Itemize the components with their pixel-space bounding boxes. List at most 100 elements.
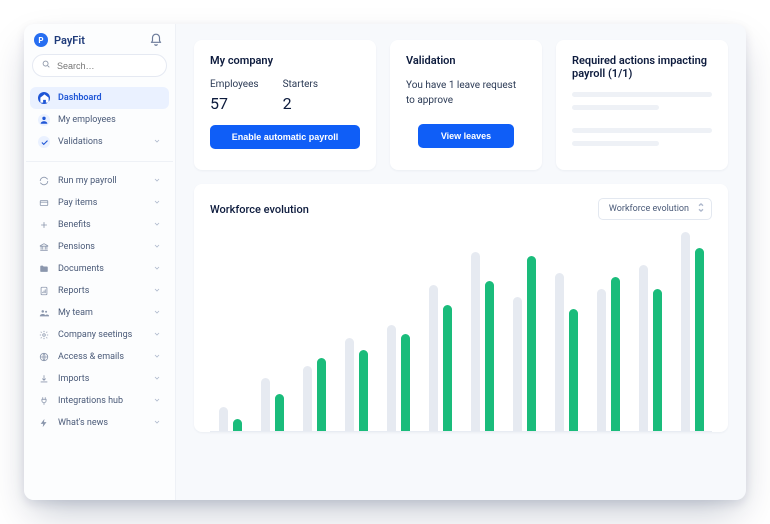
sidebar-item-benefits[interactable]: Benefits <box>30 214 169 236</box>
card-title: My company <box>210 54 360 67</box>
brand-row: P PayFit <box>24 24 175 54</box>
chevron-down-icon <box>153 396 161 407</box>
brand-name: PayFit <box>54 34 85 47</box>
chart-selector-label: Workforce evolution <box>609 204 689 214</box>
bar-group <box>590 228 626 431</box>
sidebar-item-integrations-hub[interactable]: Integrations hub <box>30 390 169 412</box>
bar-group <box>464 228 500 431</box>
validation-desc: You have 1 leave request to approve <box>406 79 526 108</box>
sidebar-item-pensions[interactable]: Pensions <box>30 236 169 258</box>
report-icon <box>38 285 50 297</box>
chart-selector[interactable]: Workforce evolution <box>598 198 712 220</box>
sidebar-item-company-seetings[interactable]: Company seetings <box>30 324 169 346</box>
card-workforce-evolution: Workforce evolution Workforce evolution <box>194 184 728 432</box>
search-input-wrap[interactable] <box>32 54 167 77</box>
sidebar-item-what-s-news[interactable]: What's news <box>30 412 169 434</box>
sidebar-item-label: Pay items <box>58 198 97 208</box>
sidebar-item-access-emails[interactable]: Access & emails <box>30 346 169 368</box>
sidebar-item-my-employees[interactable]: My employees <box>30 109 169 131</box>
stat-employees: Employees 57 <box>210 79 259 113</box>
home-icon <box>38 92 50 104</box>
sidebar-nav-secondary: Run my payroll Pay items Benefits Pensions D… <box>24 168 175 436</box>
stat-value: 2 <box>283 94 318 113</box>
bar-grey <box>681 232 690 431</box>
placeholder-line <box>572 105 659 110</box>
folder-icon <box>38 263 50 275</box>
bar-group <box>212 228 248 431</box>
team-icon <box>38 307 50 319</box>
bar-grey <box>345 338 354 431</box>
sidebar-item-imports[interactable]: Imports <box>30 368 169 390</box>
main-content: My company Employees 57 Starters 2 Enabl… <box>176 24 746 500</box>
bar-grey <box>471 252 480 431</box>
brand[interactable]: P PayFit <box>34 33 85 47</box>
user-icon <box>38 114 50 126</box>
bar-green <box>317 358 326 431</box>
cards-row: My company Employees 57 Starters 2 Enabl… <box>194 40 728 170</box>
check-icon <box>38 136 50 148</box>
chevron-down-icon <box>153 352 161 363</box>
sidebar-item-label: Dashboard <box>58 93 102 103</box>
bar-group <box>254 228 290 431</box>
import-icon <box>38 373 50 385</box>
gear-icon <box>38 329 50 341</box>
chevron-down-icon <box>153 242 161 253</box>
bar-group <box>506 228 542 431</box>
bank-icon <box>38 241 50 253</box>
bar-group <box>674 228 710 431</box>
bar-grey <box>219 407 228 431</box>
sidebar-item-my-team[interactable]: My team <box>30 302 169 324</box>
placeholder-line <box>572 92 712 97</box>
chevron-down-icon <box>153 286 161 297</box>
sidebar-item-validations[interactable]: Validations <box>30 131 169 153</box>
bar-group <box>548 228 584 431</box>
chevron-down-icon <box>153 418 161 429</box>
sidebar-item-dashboard[interactable]: Dashboard <box>30 87 169 109</box>
chevron-down-icon <box>153 176 161 187</box>
stat-label: Employees <box>210 79 259 90</box>
bar-green <box>359 350 368 431</box>
bar-grey <box>261 378 270 431</box>
sidebar-item-documents[interactable]: Documents <box>30 258 169 280</box>
stat-value: 57 <box>210 94 259 113</box>
sidebar-item-label: Integrations hub <box>58 396 123 406</box>
stat-label: Starters <box>283 79 318 90</box>
bar-green <box>485 281 494 431</box>
card-title: Required actions impacting payroll (1/1) <box>572 54 712 80</box>
bar-green <box>233 419 242 431</box>
sidebar-item-label: Access & emails <box>58 352 124 362</box>
plus-icon <box>38 219 50 231</box>
sidebar-item-label: Reports <box>58 286 89 296</box>
sidebar-item-label: Documents <box>58 264 104 274</box>
notification-bell-icon[interactable] <box>149 32 165 48</box>
sidebar-nav-primary: Dashboard My employees Validations <box>24 85 175 155</box>
refresh-icon <box>38 175 50 187</box>
chevron-down-icon <box>153 137 161 148</box>
sidebar-item-label: My employees <box>58 115 116 125</box>
sidebar-item-label: Run my payroll <box>58 176 117 186</box>
bar-green <box>527 256 536 431</box>
sidebar-item-reports[interactable]: Reports <box>30 280 169 302</box>
bar-grey <box>555 273 564 431</box>
bar-group <box>296 228 332 431</box>
stat-starters: Starters 2 <box>283 79 318 113</box>
bar-green <box>275 394 284 431</box>
chevron-down-icon <box>153 330 161 341</box>
search-icon <box>41 59 51 72</box>
app-window: P PayFit Dashboard My employees Validation… <box>24 24 746 500</box>
sidebar-item-label: Pensions <box>58 242 95 252</box>
card-icon <box>38 197 50 209</box>
sidebar-item-run-my-payroll[interactable]: Run my payroll <box>30 170 169 192</box>
search-input[interactable] <box>57 61 158 71</box>
card-title: Validation <box>406 54 526 67</box>
enable-auto-payroll-button[interactable]: Enable automatic payroll <box>210 125 360 149</box>
sidebar-item-label: Validations <box>58 137 103 147</box>
sidebar-item-label: What's news <box>58 418 108 428</box>
sidebar-item-label: Company seetings <box>58 330 132 340</box>
bolt-icon <box>38 417 50 429</box>
bar-group <box>338 228 374 431</box>
sidebar-item-pay-items[interactable]: Pay items <box>30 192 169 214</box>
brand-logo-icon: P <box>34 33 48 47</box>
card-my-company: My company Employees 57 Starters 2 Enabl… <box>194 40 376 170</box>
view-leaves-button[interactable]: View leaves <box>418 124 514 148</box>
